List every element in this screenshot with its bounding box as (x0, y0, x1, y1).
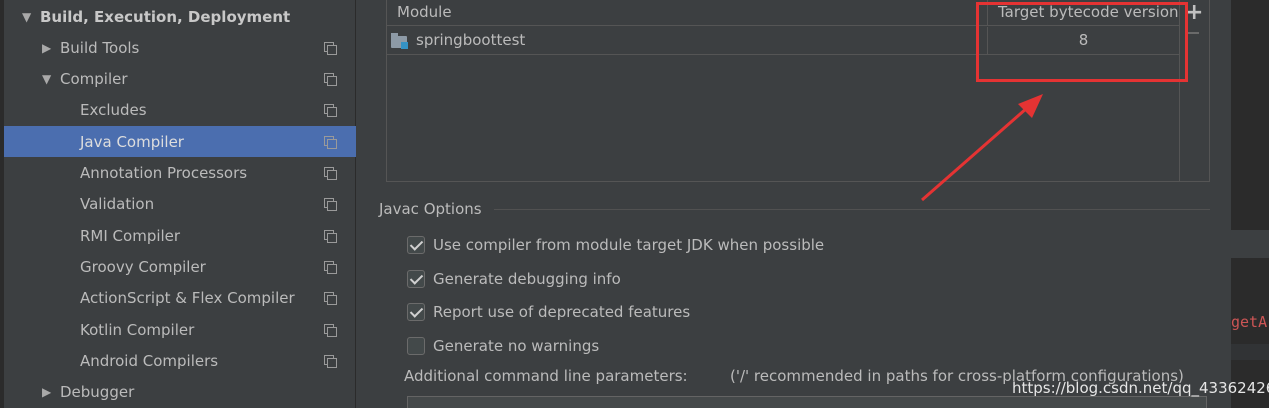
checkbox-label: Generate debugging info (433, 270, 621, 288)
checkbox-checked[interactable] (407, 303, 425, 321)
tree-item-groovy-compiler[interactable]: Groovy Compiler (4, 251, 356, 282)
tree-item-label: Java Compiler (80, 132, 184, 151)
tree-item-java-compiler[interactable]: Java Compiler (4, 126, 356, 157)
project-settings-icon (324, 354, 337, 368)
checkbox-unchecked[interactable] (407, 337, 425, 355)
editor-band (1231, 230, 1269, 258)
tree-item-label: Debugger (60, 382, 135, 401)
project-settings-icon (324, 197, 337, 211)
tree-item-annotation-processors[interactable]: Annotation Processors (4, 157, 356, 188)
tree-item-build-tools[interactable]: ▶ Build Tools (4, 32, 356, 63)
tree-item-label: ActionScript & Flex Compiler (80, 288, 295, 307)
tree-item-label: Annotation Processors (80, 163, 248, 182)
collapsed-arrow-icon[interactable]: ▶ (42, 385, 51, 399)
checkbox-label: Report use of deprecated features (433, 303, 691, 321)
option-generate-no-warnings[interactable]: Generate no warnings (407, 334, 599, 358)
project-settings-icon (324, 260, 337, 274)
tree-item-excludes[interactable]: Excludes (4, 94, 356, 125)
project-settings-icon (324, 135, 337, 149)
red-arrow-annotation (921, 94, 1043, 202)
tree-item-label: Build Tools (60, 38, 140, 57)
project-settings-icon (324, 72, 337, 86)
expanded-arrow-icon[interactable]: ▼ (42, 72, 51, 86)
settings-tree: ▼ Build, Execution, Deployment ▶ Build T… (0, 0, 356, 408)
column-header-module[interactable]: Module (397, 3, 452, 21)
expanded-arrow-icon[interactable]: ▼ (22, 10, 31, 24)
tree-section-build-execution-deployment[interactable]: ▼ Build, Execution, Deployment (4, 1, 356, 32)
project-settings-icon (324, 41, 337, 55)
tree-item-label: Groovy Compiler (80, 257, 206, 276)
option-generate-debugging-info[interactable]: Generate debugging info (407, 267, 621, 291)
project-settings-icon (324, 166, 337, 180)
section-separator (494, 209, 1210, 210)
tree-item-actionscript-flex-compiler[interactable]: ActionScript & Flex Compiler (4, 282, 356, 313)
tree-item-debugger[interactable]: ▶ Debugger (4, 376, 356, 407)
project-settings-icon (324, 291, 337, 305)
tree-item-kotlin-compiler[interactable]: Kotlin Compiler (4, 314, 356, 345)
checkbox-checked[interactable] (407, 270, 425, 288)
tree-item-label: Android Compilers (80, 351, 219, 370)
tree-item-validation[interactable]: Validation (4, 188, 356, 219)
editor-background-strip: getA (1231, 0, 1269, 408)
additional-params-input[interactable] (407, 396, 1207, 408)
project-settings-icon (324, 229, 337, 243)
module-folder-icon (391, 33, 409, 49)
highlight-box-annotation (976, 2, 1188, 82)
editor-band (1231, 344, 1269, 360)
additional-params-label: Additional command line parameters: (404, 367, 688, 385)
option-use-module-target-jdk[interactable]: Use compiler from module target JDK when… (407, 233, 824, 257)
collapsed-arrow-icon[interactable]: ▶ (42, 41, 51, 55)
javac-options-title: Javac Options (379, 200, 482, 218)
tree-item-compiler[interactable]: ▼ Compiler (4, 63, 356, 94)
checkbox-checked[interactable] (407, 236, 425, 254)
project-settings-icon (324, 323, 337, 337)
tree-item-label: Kotlin Compiler (80, 320, 195, 339)
editor-code-snippet: getA (1231, 313, 1268, 331)
tree-section-label: Build, Execution, Deployment (40, 7, 291, 26)
tree-item-label: Compiler (60, 69, 128, 88)
tree-item-label: Validation (80, 194, 155, 213)
tree-item-rmi-compiler[interactable]: RMI Compiler (4, 220, 356, 251)
tree-item-label: RMI Compiler (80, 226, 181, 245)
tree-item-label: Excludes (80, 100, 147, 119)
project-settings-icon (324, 103, 337, 117)
checkbox-label: Generate no warnings (433, 337, 600, 355)
module-name: springboottest (416, 31, 526, 49)
option-report-deprecated-features[interactable]: Report use of deprecated features (407, 300, 690, 324)
watermark-text: https://blog.csdn.net/qq_43362426 (1012, 379, 1269, 397)
checkbox-label: Use compiler from module target JDK when… (433, 236, 825, 254)
tree-item-android-compilers[interactable]: Android Compilers (4, 345, 356, 376)
